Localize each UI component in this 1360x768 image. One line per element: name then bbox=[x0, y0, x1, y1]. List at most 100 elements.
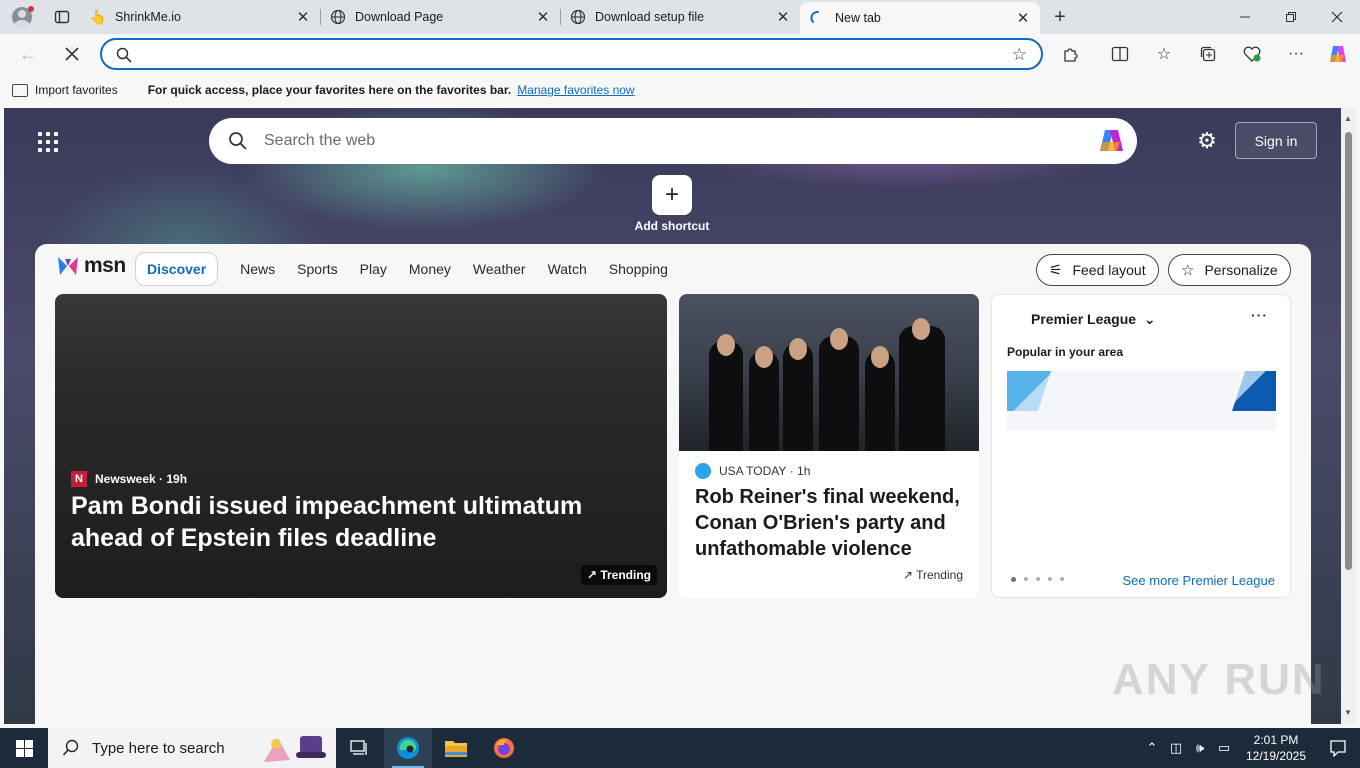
collections-button[interactable] bbox=[1192, 38, 1224, 70]
app-launcher-button[interactable] bbox=[38, 132, 58, 152]
favorite-star-icon[interactable]: ☆ bbox=[1012, 45, 1027, 65]
scroll-up-icon[interactable]: ▲ bbox=[1344, 114, 1352, 123]
taskbar-edge[interactable] bbox=[384, 728, 432, 768]
favorites-button[interactable]: ☆ bbox=[1148, 38, 1180, 70]
tab-close-icon[interactable]: ✕ bbox=[1014, 9, 1032, 27]
page-settings-button[interactable]: ⚙ bbox=[1194, 128, 1220, 154]
settings-more-button[interactable]: ··· bbox=[1280, 38, 1312, 70]
trending-badge: ↗ Trending bbox=[580, 565, 657, 585]
puzzle-icon bbox=[1064, 48, 1078, 62]
tab-new-tab[interactable]: New tab ✕ bbox=[800, 2, 1040, 34]
new-tab-button[interactable]: + bbox=[1040, 0, 1080, 34]
article-source: N Newsweek · 19h bbox=[71, 471, 187, 487]
sign-in-button[interactable]: Sign in bbox=[1235, 122, 1317, 159]
tab-close-icon[interactable]: ✕ bbox=[294, 8, 312, 26]
taskbar-search[interactable]: Type here to search bbox=[48, 728, 336, 768]
tray-overflow-icon[interactable]: ⌃ bbox=[1140, 740, 1164, 756]
tab-shrinkme[interactable]: 👆 ShrinkMe.io ✕ bbox=[80, 0, 320, 34]
card-more-button[interactable]: ··· bbox=[1251, 307, 1268, 323]
msn-logo[interactable]: msn bbox=[56, 254, 126, 278]
trending-badge: ↗ Trending bbox=[903, 568, 963, 582]
article-source: USA TODAY · 1h bbox=[695, 463, 810, 479]
close-icon bbox=[1331, 11, 1343, 23]
search-icon bbox=[62, 739, 79, 756]
personalize-button[interactable]: ☆ Personalize bbox=[1168, 254, 1291, 286]
article-photo bbox=[679, 294, 979, 451]
nav-discover[interactable]: Discover bbox=[135, 252, 219, 286]
split-screen-button[interactable] bbox=[1104, 38, 1136, 70]
copilot-button[interactable] bbox=[1322, 38, 1354, 70]
notifications-button[interactable] bbox=[1316, 739, 1360, 757]
tab-actions-button[interactable] bbox=[44, 0, 80, 34]
extensions-button[interactable] bbox=[1055, 38, 1087, 70]
browser-toolbar: ← ☆ ☆ ··· bbox=[0, 34, 1360, 74]
msn-butterfly-icon bbox=[56, 255, 80, 277]
nav-news[interactable]: News bbox=[240, 261, 275, 277]
add-shortcut-button[interactable]: + bbox=[652, 175, 692, 215]
back-button[interactable]: ← bbox=[12, 38, 44, 70]
windows-logo-icon bbox=[15, 739, 33, 757]
system-tray: ⌃ ◫ 🕪 ▭ 2:01 PM 12/19/2025 bbox=[1140, 728, 1360, 768]
stop-loading-button[interactable] bbox=[56, 38, 88, 70]
taskbar-clock[interactable]: 2:01 PM 12/19/2025 bbox=[1236, 732, 1316, 764]
manage-favorites-link[interactable]: Manage favorites now bbox=[517, 83, 634, 97]
start-button[interactable] bbox=[0, 728, 48, 768]
taskbar-file-explorer[interactable] bbox=[432, 728, 480, 768]
import-favorites-button[interactable]: Import favorites bbox=[12, 83, 118, 97]
trending-arrow-icon: ↗ bbox=[902, 568, 913, 582]
tab-close-icon[interactable]: ✕ bbox=[774, 8, 792, 26]
volume-icon[interactable]: 🕪 bbox=[1188, 740, 1212, 756]
league-selector[interactable]: Premier League ⌄ bbox=[1031, 311, 1156, 328]
feed-layout-button[interactable]: ⚟ Feed layout bbox=[1036, 254, 1159, 286]
web-search-box[interactable]: Search the web bbox=[209, 118, 1137, 164]
nav-play[interactable]: Play bbox=[360, 261, 387, 277]
favorites-bar: Import favorites For quick access, place… bbox=[0, 74, 1360, 106]
nav-watch[interactable]: Watch bbox=[548, 261, 587, 277]
tab-download-page[interactable]: Download Page ✕ bbox=[320, 0, 560, 34]
league-name: Premier League bbox=[1031, 311, 1137, 327]
minimize-button[interactable] bbox=[1222, 0, 1268, 34]
meet-now-icon[interactable]: ◫ bbox=[1164, 740, 1188, 756]
scrollbar-thumb[interactable] bbox=[1345, 132, 1352, 570]
taskbar-search-placeholder: Type here to search bbox=[92, 739, 225, 757]
browser-essentials-button[interactable] bbox=[1236, 38, 1268, 70]
hero-news-card[interactable]: N Newsweek · 19h Pam Bondi issued impeac… bbox=[55, 294, 667, 598]
nav-money[interactable]: Money bbox=[409, 261, 451, 277]
import-icon bbox=[12, 83, 28, 97]
restore-button[interactable] bbox=[1268, 0, 1314, 34]
folder-icon bbox=[445, 741, 467, 757]
sparkle-star-icon: ☆ bbox=[1181, 262, 1195, 279]
league-banner[interactable] bbox=[1007, 371, 1276, 430]
heart-pulse-icon bbox=[1243, 46, 1261, 62]
task-view-icon bbox=[350, 740, 367, 755]
usa-today-logo bbox=[695, 463, 711, 479]
see-more-link[interactable]: See more Premier League bbox=[1123, 573, 1275, 588]
close-window-button[interactable] bbox=[1314, 0, 1360, 34]
more-dots-icon: ··· bbox=[1288, 45, 1304, 62]
task-view-button[interactable] bbox=[336, 728, 384, 768]
stop-icon bbox=[65, 47, 79, 61]
copilot-icon[interactable] bbox=[1097, 127, 1127, 155]
tab-close-icon[interactable]: ✕ bbox=[534, 8, 552, 26]
notification-icon bbox=[1330, 740, 1346, 757]
profile-avatar[interactable] bbox=[0, 0, 44, 34]
address-bar[interactable]: ☆ bbox=[100, 38, 1043, 70]
tab-title: New tab bbox=[835, 11, 881, 25]
firefox-icon bbox=[494, 738, 514, 758]
split-screen-icon bbox=[1111, 46, 1129, 62]
nav-weather[interactable]: Weather bbox=[473, 261, 526, 277]
nav-shopping[interactable]: Shopping bbox=[609, 261, 668, 277]
banner-stripe-left bbox=[1007, 371, 1051, 411]
tab-download-setup[interactable]: Download setup file ✕ bbox=[560, 0, 800, 34]
nav-sports[interactable]: Sports bbox=[297, 261, 337, 277]
hand-pointer-icon: 👆 bbox=[89, 8, 107, 25]
news-card[interactable]: USA TODAY · 1h Rob Reiner's final weeken… bbox=[679, 294, 979, 598]
source-name: USA TODAY bbox=[719, 464, 787, 478]
carousel-dots[interactable] bbox=[1011, 577, 1064, 582]
taskbar-firefox[interactable] bbox=[480, 728, 528, 768]
article-headline[interactable]: Pam Bondi issued impeachment ultimatum a… bbox=[71, 490, 661, 554]
article-headline[interactable]: Rob Reiner's final weekend, Conan O'Brie… bbox=[695, 484, 965, 562]
network-icon[interactable]: ▭ bbox=[1212, 740, 1236, 756]
page-scrollbar[interactable]: ▲ ▼ bbox=[1341, 108, 1356, 724]
scroll-down-icon[interactable]: ▼ bbox=[1344, 708, 1352, 717]
